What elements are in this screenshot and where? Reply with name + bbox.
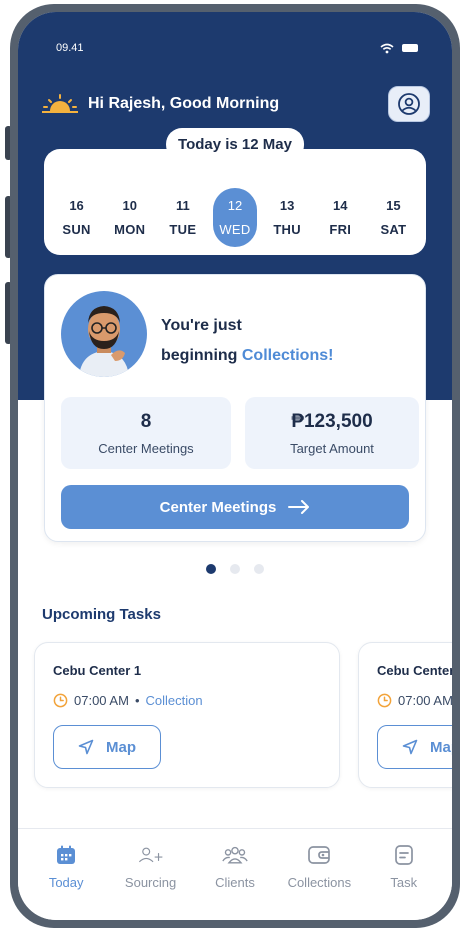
task-meta: 07:00 AM • Collection: [377, 693, 452, 708]
pager-dot-1[interactable]: [206, 564, 216, 574]
day-sat[interactable]: 15 SAT: [370, 198, 416, 237]
collections-highlight: Collections!: [241, 347, 334, 364]
center-meetings-button[interactable]: Center Meetings: [61, 485, 409, 529]
task-card[interactable]: Cebu Center 1 07:00 AM • Collection Map: [34, 642, 340, 788]
status-time: 09.41: [56, 42, 84, 54]
today-label: Today is 12 May: [166, 128, 304, 161]
document-icon: [394, 845, 413, 865]
task-name: Cebu Center 2: [377, 663, 452, 678]
stat-target-amount: ₱123,500 Target Amount: [245, 397, 419, 469]
pager-dot-3[interactable]: [254, 564, 264, 574]
clock-icon: [377, 693, 392, 708]
task-card[interactable]: Cebu Center 2 07:00 AM • Collection Map: [358, 642, 452, 788]
profile-button[interactable]: [388, 86, 430, 122]
map-button[interactable]: Map: [53, 725, 161, 769]
add-user-icon: [138, 847, 163, 863]
collection-progress-card: You're just beginning Collections! 8 Cen…: [44, 274, 426, 542]
sunrise-icon: [42, 94, 78, 113]
calendar-icon: [57, 845, 76, 864]
day-tue[interactable]: 11 TUE: [160, 198, 206, 237]
stat-center-meetings: 8 Center Meetings: [61, 397, 231, 469]
pager-dot-2[interactable]: [230, 564, 240, 574]
day-thu[interactable]: 13 THU: [264, 198, 310, 237]
greeting-row: Hi Rajesh, Good Morning: [42, 86, 430, 122]
bottom-navigation: Today Sourcing Clients Collections Task: [18, 828, 452, 920]
app-screen: 09.41 Hi Rajesh, Good Morning Today is 1…: [18, 12, 452, 920]
day-wed-selected[interactable]: 12 WED: [212, 188, 257, 247]
nav-today[interactable]: Today: [26, 843, 106, 920]
battery-icon: [402, 44, 418, 52]
map-button[interactable]: Map: [377, 725, 452, 769]
navigation-icon: [78, 739, 94, 755]
collection-message: You're just beginning Collections!: [161, 317, 334, 364]
task-name: Cebu Center 1: [53, 663, 142, 678]
day-sun[interactable]: 16 SUN: [54, 198, 100, 237]
carousel-pager: [206, 564, 264, 574]
upcoming-tasks-title: Upcoming Tasks: [42, 606, 161, 623]
greeting-text: Hi Rajesh, Good Morning: [88, 95, 280, 112]
nav-collections[interactable]: Collections: [279, 843, 359, 920]
wallet-icon: [308, 846, 331, 864]
clock-icon: [53, 693, 68, 708]
phone-frame: 09.41 Hi Rajesh, Good Morning Today is 1…: [10, 4, 460, 928]
avatar-illustration-icon: [79, 306, 129, 377]
day-mon[interactable]: 10 MON: [107, 198, 153, 237]
profile-icon: [398, 93, 420, 115]
nav-sourcing[interactable]: Sourcing: [111, 843, 191, 920]
nav-task[interactable]: Task: [364, 843, 444, 920]
avatar: [61, 291, 147, 377]
task-meta: 07:00 AM • Collection: [53, 693, 203, 708]
arrow-right-icon: [288, 500, 310, 514]
navigation-icon: [402, 739, 418, 755]
week-calendar: 16 SUN 10 MON 11 TUE 12 WED 13 THU 14 FRI 15 SA…: [44, 149, 426, 255]
wifi-icon: [380, 43, 394, 53]
day-fri[interactable]: 14 FRI: [317, 198, 363, 237]
users-icon: [222, 846, 248, 864]
nav-clients[interactable]: Clients: [195, 843, 275, 920]
status-bar: 09.41: [56, 42, 418, 54]
